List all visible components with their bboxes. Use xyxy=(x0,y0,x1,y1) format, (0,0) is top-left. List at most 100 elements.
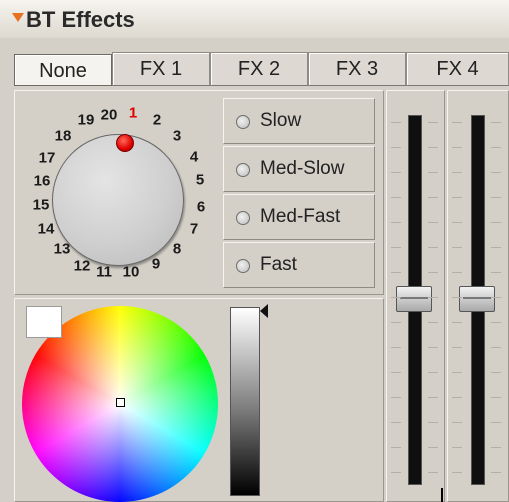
speed-label: Med-Slow xyxy=(260,158,345,179)
tab-fx-1[interactable]: FX 1 xyxy=(112,52,210,86)
tick-mark xyxy=(428,297,438,298)
dial-number-2[interactable]: 2 xyxy=(153,112,161,129)
speed-option-med-slow[interactable]: Med-Slow xyxy=(223,146,375,192)
tick-mark xyxy=(452,147,462,148)
dial-number-10[interactable]: 10 xyxy=(123,264,140,281)
tick-mark xyxy=(391,397,401,398)
tab-fx-3[interactable]: FX 3 xyxy=(308,52,406,86)
tick-mark xyxy=(428,347,438,348)
radio-icon[interactable] xyxy=(236,211,250,225)
tick-mark xyxy=(391,172,401,173)
tick-mark xyxy=(391,472,401,473)
dial-number-15[interactable]: 15 xyxy=(33,197,50,214)
dial-number-8[interactable]: 8 xyxy=(173,241,181,258)
tick-mark xyxy=(391,322,401,323)
tick-mark xyxy=(428,472,438,473)
tick-mark xyxy=(491,422,501,423)
dial-number-16[interactable]: 16 xyxy=(34,173,51,190)
tick-mark xyxy=(491,297,501,298)
tick-mark xyxy=(491,347,501,348)
tick-mark xyxy=(391,247,401,248)
color-wheel-cursor[interactable] xyxy=(116,398,125,407)
tick-mark xyxy=(491,372,501,373)
tick-mark xyxy=(491,147,501,148)
fx-tab-bar: None FX 1 FX 2 FX 3 FX 4 xyxy=(14,52,509,86)
dial-number-13[interactable]: 13 xyxy=(54,241,71,258)
tick-mark xyxy=(428,422,438,423)
tick-mark xyxy=(391,197,401,198)
dial-number-6[interactable]: 6 xyxy=(197,199,205,216)
slider-2-thumb[interactable] xyxy=(459,286,495,312)
tick-mark xyxy=(428,247,438,248)
speed-label: Med-Fast xyxy=(260,206,341,227)
tick-mark xyxy=(452,172,462,173)
dial-position-indicator[interactable] xyxy=(116,134,134,152)
tick-mark xyxy=(491,322,501,323)
tick-mark xyxy=(491,172,501,173)
radio-icon[interactable] xyxy=(236,115,250,129)
brightness-marker-icon[interactable] xyxy=(260,304,268,318)
tick-mark xyxy=(452,247,462,248)
tick-mark xyxy=(391,297,401,298)
tick-mark xyxy=(391,222,401,223)
dial-number-9[interactable]: 9 xyxy=(152,256,160,273)
tab-fx-4[interactable]: FX 4 xyxy=(406,52,509,86)
tick-mark xyxy=(428,447,438,448)
tick-mark xyxy=(391,372,401,373)
dial-number-12[interactable]: 12 xyxy=(74,258,91,275)
current-color-swatch xyxy=(26,306,62,338)
tick-mark xyxy=(391,272,401,273)
dial-number-3[interactable]: 3 xyxy=(173,128,181,145)
dial-number-20[interactable]: 20 xyxy=(101,107,118,124)
dial-number-18[interactable]: 18 xyxy=(55,128,72,145)
slider-1-thumb[interactable] xyxy=(396,286,432,312)
tick-mark xyxy=(452,472,462,473)
tick-mark xyxy=(428,197,438,198)
tick-mark xyxy=(428,272,438,273)
baseline-mark xyxy=(441,488,443,502)
effect-dial-knob[interactable] xyxy=(52,134,184,266)
tick-mark xyxy=(428,322,438,323)
tick-mark xyxy=(491,447,501,448)
dial-number-19[interactable]: 19 xyxy=(78,112,95,129)
tab-fx-2[interactable]: FX 2 xyxy=(210,52,308,86)
tick-mark xyxy=(452,422,462,423)
tick-mark xyxy=(491,197,501,198)
speed-label: Fast xyxy=(260,254,297,275)
tick-mark xyxy=(428,397,438,398)
tick-mark xyxy=(391,347,401,348)
speed-option-fast[interactable]: Fast xyxy=(223,242,375,288)
radio-icon[interactable] xyxy=(236,259,250,273)
tick-mark xyxy=(491,247,501,248)
speed-option-slow[interactable]: Slow xyxy=(223,98,375,144)
panel-title: BT Effects xyxy=(26,7,135,32)
tick-mark xyxy=(452,447,462,448)
dial-number-7[interactable]: 7 xyxy=(190,221,198,238)
tick-mark xyxy=(391,422,401,423)
dial-number-5[interactable]: 5 xyxy=(196,172,204,189)
panel-header: BT Effects xyxy=(0,0,509,38)
speed-option-med-fast[interactable]: Med-Fast xyxy=(223,194,375,240)
triangle-down-icon[interactable] xyxy=(12,13,24,22)
dial-number-1[interactable]: 1 xyxy=(129,105,137,122)
brightness-bar[interactable] xyxy=(230,307,260,496)
tick-mark xyxy=(428,172,438,173)
tick-mark xyxy=(452,272,462,273)
tick-mark xyxy=(452,197,462,198)
tick-mark xyxy=(491,122,501,123)
tick-mark xyxy=(428,222,438,223)
tick-mark xyxy=(491,397,501,398)
dial-number-17[interactable]: 17 xyxy=(39,150,56,167)
radio-icon[interactable] xyxy=(236,163,250,177)
dial-number-4[interactable]: 4 xyxy=(190,149,198,166)
dial-number-14[interactable]: 14 xyxy=(38,221,55,238)
tick-mark xyxy=(491,472,501,473)
tick-mark xyxy=(491,222,501,223)
speed-label: Slow xyxy=(260,110,302,131)
tick-mark xyxy=(428,372,438,373)
dial-number-11[interactable]: 11 xyxy=(96,264,112,281)
tick-mark xyxy=(452,372,462,373)
tick-mark xyxy=(391,147,401,148)
tick-mark xyxy=(391,122,401,123)
tab-none[interactable]: None xyxy=(14,54,112,86)
